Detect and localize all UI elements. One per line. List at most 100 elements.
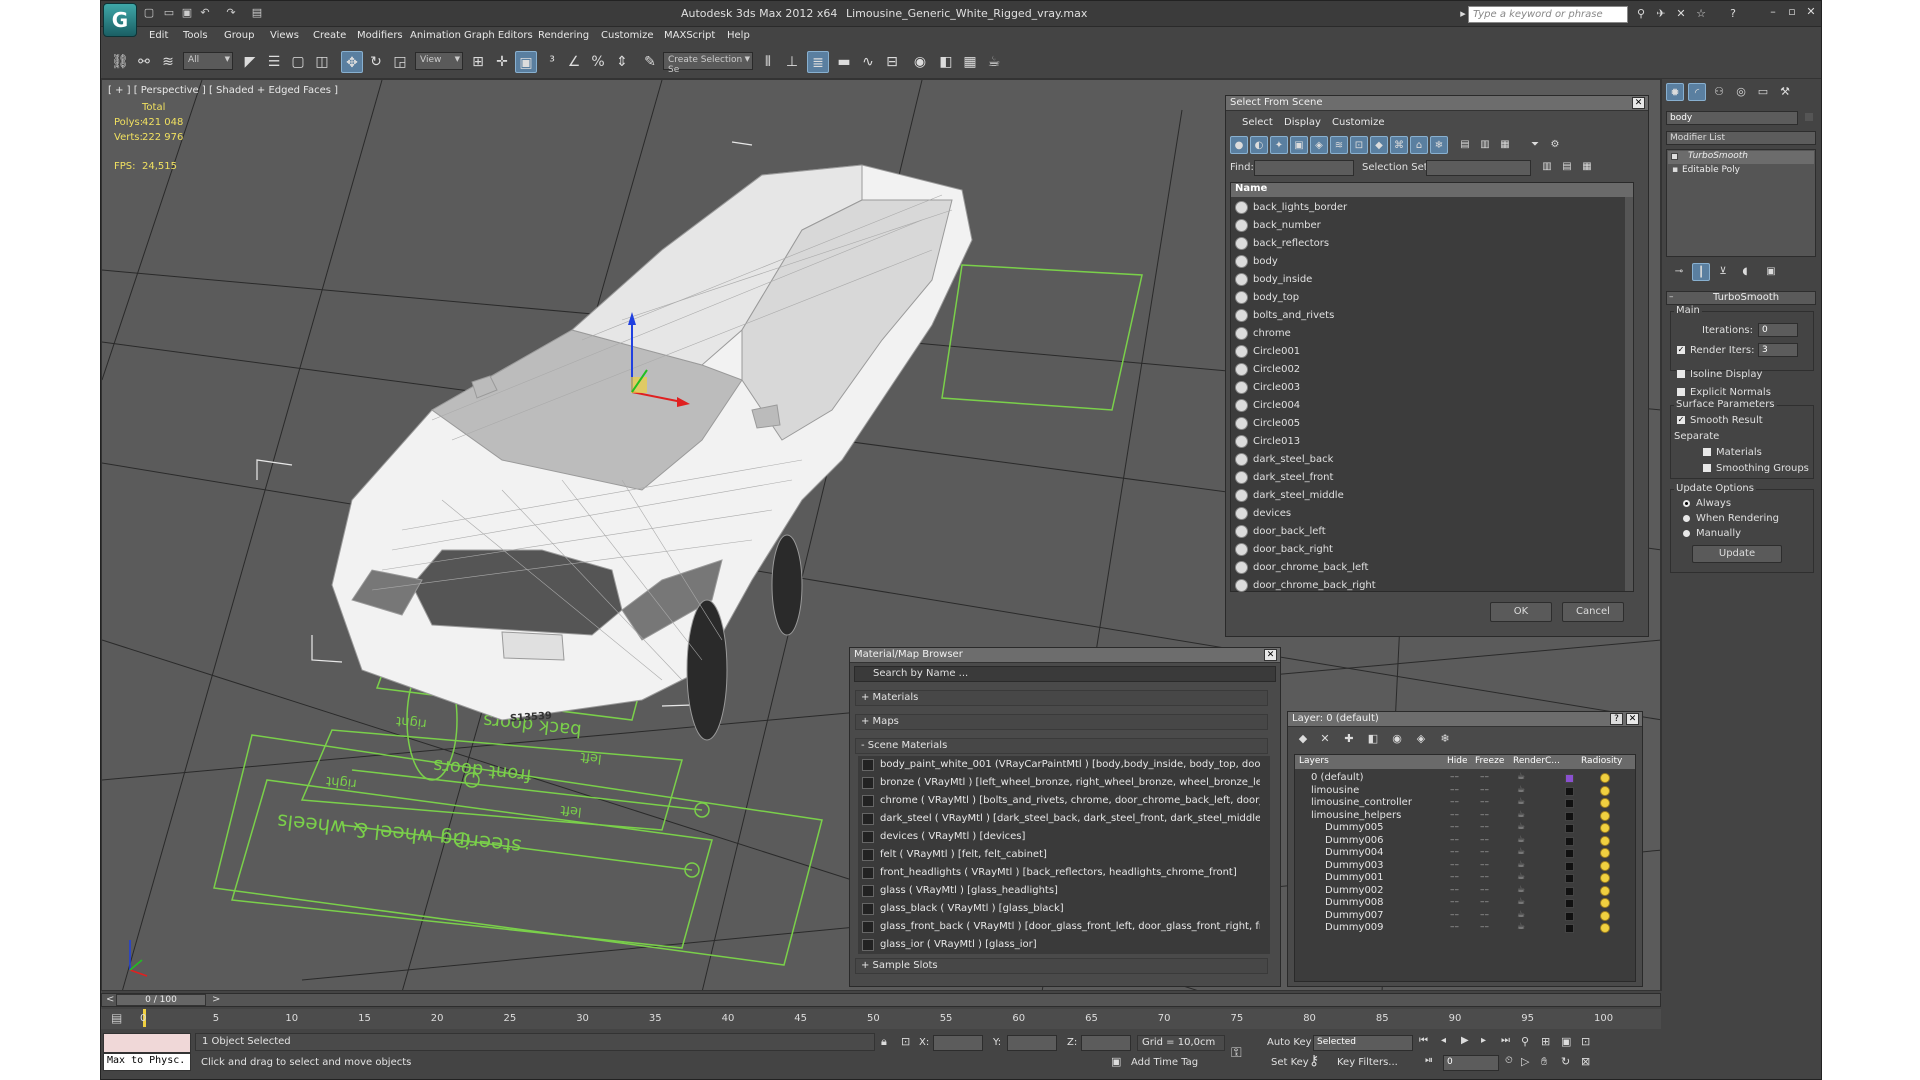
layer-close-button[interactable]: ✕ bbox=[1626, 713, 1639, 725]
select-menu-customize[interactable]: Customize bbox=[1332, 117, 1385, 128]
material-list-item[interactable]: felt ( VRayMtl ) [felt, felt_cabinet] bbox=[858, 846, 1260, 864]
menu-rendering[interactable]: Rendering bbox=[538, 30, 589, 41]
radiosity-bulb-icon[interactable] bbox=[1600, 860, 1610, 871]
menu-graph-editors[interactable]: Graph Editors bbox=[464, 30, 533, 41]
select-rotate-icon[interactable]: ↻ bbox=[365, 51, 387, 73]
render-toggle-icon[interactable]: ☕ bbox=[1517, 797, 1525, 807]
layer-color-swatch[interactable] bbox=[1565, 786, 1574, 796]
material-list-item[interactable]: chrome ( VRayMtl ) [bolts_and_rivets, ch… bbox=[858, 792, 1260, 810]
layer-color-swatch[interactable] bbox=[1565, 861, 1574, 871]
hide-toggle[interactable]: –– bbox=[1450, 822, 1459, 832]
scene-list-item[interactable]: dark_steel_middle bbox=[1235, 487, 1630, 505]
display-invert-icon[interactable]: ▦ bbox=[1496, 136, 1514, 154]
layer-help-button[interactable]: ? bbox=[1610, 713, 1623, 725]
freeze-toggle[interactable]: –– bbox=[1480, 847, 1489, 857]
layer-color-swatch[interactable] bbox=[1565, 924, 1574, 933]
material-list-item[interactable]: glass_black ( VRayMtl ) [glass_black] bbox=[858, 900, 1260, 918]
select-manipulate-icon[interactable]: ✛ bbox=[491, 51, 513, 73]
time-slider[interactable]: < 0 / 100 > bbox=[101, 993, 1661, 1007]
scene-list-item[interactable]: back_reflectors bbox=[1235, 235, 1630, 253]
communication-icon[interactable]: ✕ bbox=[1674, 7, 1688, 21]
select-move-icon[interactable]: ✥ bbox=[341, 51, 363, 73]
hide-toggle[interactable]: –– bbox=[1450, 797, 1459, 807]
key-selection-dropdown[interactable]: Selected bbox=[1313, 1035, 1413, 1051]
select-by-name-icon[interactable]: ☰ bbox=[263, 51, 285, 73]
radiosity-bulb-icon[interactable] bbox=[1600, 823, 1610, 833]
configure-sets-icon[interactable]: ▣ bbox=[1762, 263, 1780, 281]
window-crossing-icon[interactable]: ◫ bbox=[311, 51, 333, 73]
when-rendering-radio[interactable] bbox=[1682, 514, 1691, 523]
render-toggle-icon[interactable]: ☕ bbox=[1517, 785, 1525, 795]
pan-icon[interactable]: ✋︎ bbox=[1541, 1055, 1547, 1069]
filter-helpers-icon[interactable]: ◈ bbox=[1310, 136, 1328, 154]
key-filters-button[interactable]: Key Filters... bbox=[1337, 1057, 1398, 1068]
prev-frame-icon[interactable]: ◂ bbox=[1441, 1035, 1446, 1046]
layer-list[interactable]: Layers Hide Freeze Render C... Radiosity… bbox=[1294, 754, 1636, 982]
menu-modifiers[interactable]: Modifiers bbox=[357, 30, 403, 41]
fov-icon[interactable]: ▷ bbox=[1521, 1055, 1529, 1068]
motion-tab-icon[interactable]: ◎ bbox=[1732, 83, 1750, 101]
filter-containers-icon[interactable]: ⌂ bbox=[1410, 136, 1428, 154]
display-none-icon[interactable]: ▥ bbox=[1476, 136, 1494, 154]
align-icon[interactable]: ⊥ bbox=[781, 51, 803, 73]
object-name-input[interactable]: body bbox=[1666, 111, 1798, 125]
hide-toggle[interactable]: –– bbox=[1450, 910, 1459, 920]
radiosity-bulb-icon[interactable] bbox=[1600, 873, 1610, 883]
maximize-button[interactable]: ▫ bbox=[1785, 5, 1799, 19]
material-browser-close-button[interactable]: ✕ bbox=[1264, 649, 1277, 661]
material-list-item[interactable]: front_headlights ( VRayMtl ) [back_refle… bbox=[858, 864, 1260, 882]
scene-list-item[interactable]: door_back_right bbox=[1235, 541, 1630, 559]
select-menu-select[interactable]: Select bbox=[1242, 117, 1273, 128]
create-tab-icon[interactable]: ✹ bbox=[1666, 83, 1684, 101]
scene-list-item[interactable]: back_number bbox=[1235, 217, 1630, 235]
app-logo-button[interactable]: G bbox=[103, 3, 137, 37]
hide-all-icon[interactable]: ◈ bbox=[1412, 730, 1430, 748]
binoculars-icon[interactable]: ⚲ bbox=[1634, 7, 1648, 21]
scene-list-item[interactable]: door_chrome_back_right bbox=[1235, 577, 1630, 595]
radiosity-bulb-icon[interactable] bbox=[1600, 810, 1610, 821]
col-freeze[interactable]: Freeze bbox=[1475, 756, 1504, 766]
freeze-toggle[interactable]: –– bbox=[1480, 872, 1489, 882]
find-input[interactable] bbox=[1254, 160, 1354, 176]
absolute-mode-icon[interactable]: ⊡ bbox=[901, 1035, 910, 1048]
material-list-item[interactable]: devices ( VRayMtl ) [devices] bbox=[858, 828, 1260, 846]
z-coord-input[interactable] bbox=[1081, 1035, 1131, 1051]
freeze-toggle[interactable]: –– bbox=[1480, 922, 1489, 932]
menu-edit[interactable]: Edit bbox=[149, 30, 168, 41]
selection-set-dropdown[interactable] bbox=[1426, 160, 1531, 176]
scene-list-item[interactable]: devices bbox=[1235, 505, 1630, 523]
named-selection-dropdown[interactable]: Create Selection Se bbox=[663, 52, 753, 75]
hide-toggle[interactable]: –– bbox=[1450, 897, 1459, 907]
freeze-toggle[interactable]: –– bbox=[1480, 835, 1489, 845]
y-coord-input[interactable] bbox=[1007, 1035, 1057, 1051]
maxscript-listener-pink[interactable] bbox=[103, 1033, 191, 1053]
spinner-snap-icon[interactable]: ⇕ bbox=[611, 51, 633, 73]
goto-start-icon[interactable]: ⏮ bbox=[1419, 1035, 1428, 1046]
layer-row[interactable]: Dummy009 –– –– ☕ bbox=[1295, 921, 1635, 936]
menu-maxscript[interactable]: MAXScript bbox=[664, 30, 715, 41]
radiosity-bulb-icon[interactable] bbox=[1600, 773, 1610, 783]
select-menu-display[interactable]: Display bbox=[1284, 117, 1321, 128]
material-list-item[interactable]: glass_ior ( VRayMtl ) [glass_ior] bbox=[858, 936, 1260, 954]
turbosmooth-rollout-header[interactable]: – TurboSmooth bbox=[1666, 291, 1816, 305]
menu-animation[interactable]: Animation bbox=[410, 30, 461, 41]
time-prev-icon[interactable]: < bbox=[106, 994, 114, 1005]
time-slider-thumb[interactable]: 0 / 100 bbox=[116, 994, 206, 1006]
layer-color-swatch[interactable] bbox=[1565, 886, 1574, 896]
utilities-tab-icon[interactable]: ⚒ bbox=[1776, 83, 1794, 101]
scene-list-item[interactable]: Circle003 bbox=[1235, 379, 1630, 397]
radiosity-bulb-icon[interactable] bbox=[1600, 885, 1610, 896]
render-toggle-icon[interactable]: ☕ bbox=[1517, 885, 1525, 895]
render-toggle-icon[interactable]: ☕ bbox=[1517, 822, 1525, 832]
category-scene-materials[interactable]: - Scene Materials bbox=[855, 738, 1268, 754]
col-radiosity[interactable]: Radiosity bbox=[1581, 756, 1622, 766]
radiosity-bulb-icon[interactable] bbox=[1600, 910, 1610, 921]
freeze-toggle[interactable]: –– bbox=[1480, 897, 1489, 907]
iterations-input[interactable]: 0 bbox=[1758, 323, 1798, 337]
always-radio[interactable] bbox=[1682, 499, 1691, 508]
modifier-list-dropdown[interactable]: Modifier List bbox=[1666, 131, 1816, 145]
layer-manager-title[interactable]: Layer: 0 (default) bbox=[1288, 712, 1642, 727]
scene-list-item[interactable]: chrome bbox=[1235, 325, 1630, 343]
zoom-extents-icon[interactable]: ▣ bbox=[1561, 1035, 1571, 1048]
selset-remove-icon[interactable]: ▤ bbox=[1558, 158, 1576, 176]
